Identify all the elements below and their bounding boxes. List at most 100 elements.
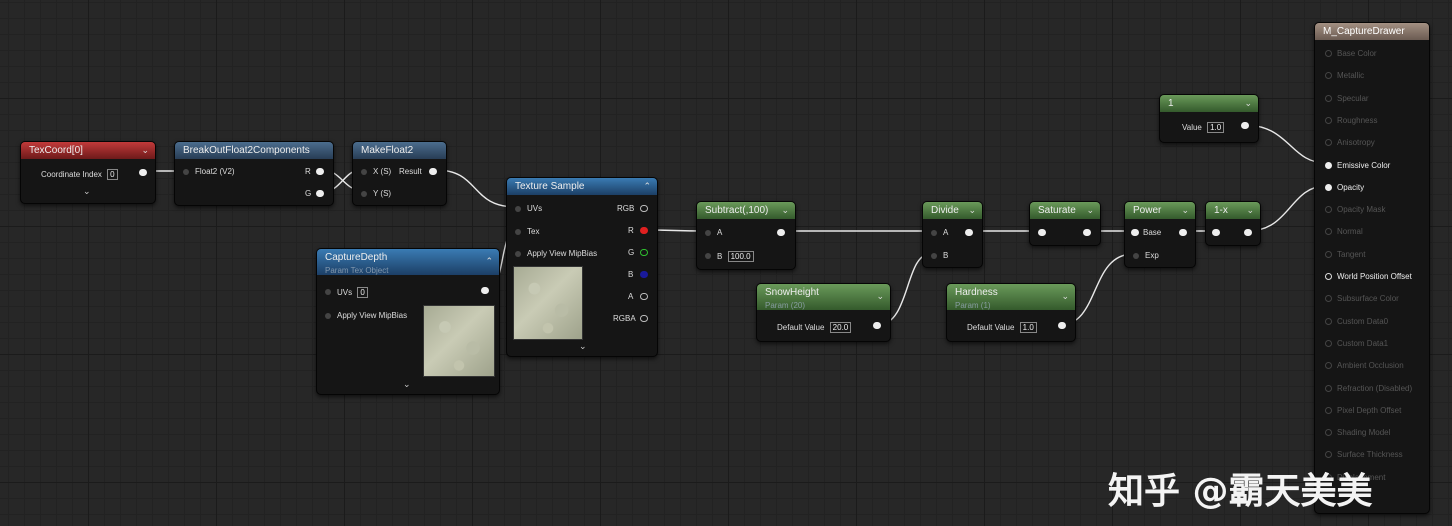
texsample-rgb-pin[interactable] <box>640 205 648 212</box>
capturedepth-output-pin[interactable] <box>481 287 489 294</box>
capturedepth-mip-pin[interactable] <box>325 313 331 319</box>
material-input-pin[interactable] <box>1325 250 1332 258</box>
chevron-down-icon[interactable]: ⌄ <box>968 202 976 219</box>
constant-value-field[interactable]: 1.0 <box>1207 122 1225 133</box>
material-input-row[interactable]: Ambient Occlusion <box>1325 361 1404 370</box>
chevron-down-icon[interactable]: ⌄ <box>403 379 411 390</box>
subtract-b-field[interactable]: 100.0 <box>727 251 754 262</box>
capturedepth-uvs-pin[interactable] <box>325 289 331 295</box>
texsample-b-pin[interactable] <box>640 271 648 278</box>
material-input-row[interactable]: Pixel Depth Offset <box>1325 406 1401 415</box>
breakout-input-pin[interactable] <box>183 169 189 175</box>
capturedepth-header[interactable]: CaptureDepth Param Tex Object ⌃ <box>317 249 499 275</box>
constant-output-pin[interactable] <box>1241 122 1249 129</box>
material-input-pin[interactable] <box>1325 451 1332 459</box>
material-input-pin[interactable] <box>1325 362 1332 370</box>
breakout-g-pin[interactable] <box>316 190 324 197</box>
saturate-input-pin[interactable] <box>1038 229 1046 236</box>
material-input-row[interactable]: Shading Model <box>1325 428 1390 437</box>
texsample-rgba-pin[interactable] <box>640 315 648 322</box>
material-input-pin[interactable] <box>1325 406 1332 414</box>
material-input-pin[interactable] <box>1325 116 1332 124</box>
coordinate-index-field[interactable]: 0 <box>107 169 118 180</box>
texsample-tex-pin[interactable] <box>515 229 521 235</box>
divide-node[interactable]: Divide ⌄ A B <box>922 201 983 268</box>
material-input-pin[interactable] <box>1325 317 1332 325</box>
power-node[interactable]: Power ⌄ Base Exp <box>1124 201 1196 268</box>
makefloat2-header[interactable]: MakeFloat2 <box>353 142 446 159</box>
material-input-pin[interactable] <box>1325 50 1332 57</box>
chevron-down-icon[interactable]: ⌄ <box>876 290 884 303</box>
material-input-pin[interactable] <box>1325 273 1332 280</box>
power-exp-pin[interactable] <box>1133 253 1139 259</box>
divide-output-pin[interactable] <box>965 229 973 236</box>
material-input-row[interactable]: Custom Data0 <box>1325 317 1388 326</box>
material-input-row[interactable]: Base Color <box>1325 49 1377 58</box>
material-input-pin[interactable] <box>1325 295 1332 303</box>
saturate-node[interactable]: Saturate ⌄ <box>1029 201 1101 246</box>
constant-header[interactable]: 1 ⌄ <box>1160 95 1258 112</box>
texcoord-header[interactable]: TexCoord[0] ⌄ <box>21 142 155 159</box>
divide-a-pin[interactable] <box>931 230 937 236</box>
material-input-row[interactable]: Opacity Mask <box>1325 205 1385 214</box>
chevron-down-icon[interactable]: ⌄ <box>579 341 587 352</box>
snowheight-header[interactable]: SnowHeight Param (20) ⌄ <box>757 284 890 310</box>
material-input-pin[interactable] <box>1325 228 1332 236</box>
material-input-pin[interactable] <box>1325 206 1332 214</box>
texsample-g-pin[interactable] <box>640 249 648 256</box>
oneminus-input-pin[interactable] <box>1212 229 1220 236</box>
chevron-down-icon[interactable]: ⌄ <box>781 202 789 219</box>
material-input-row[interactable]: Anisotropy <box>1325 138 1375 147</box>
chevron-down-icon[interactable]: ⌄ <box>1086 202 1094 219</box>
oneminus-header[interactable]: 1-x ⌄ <box>1206 202 1260 219</box>
material-input-pin[interactable] <box>1325 183 1332 191</box>
makefloat2-node[interactable]: MakeFloat2 X (S) Result Y (S) <box>352 141 447 206</box>
texcoord-node[interactable]: TexCoord[0] ⌄ Coordinate Index 0 ⌄ <box>20 141 156 204</box>
oneminus-output-pin[interactable] <box>1244 229 1252 236</box>
material-header[interactable]: M_CaptureDrawer <box>1315 23 1429 40</box>
capturedepth-uvs-field[interactable]: 0 <box>357 287 368 298</box>
snowheight-default-field[interactable]: 20.0 <box>829 322 852 333</box>
material-input-row[interactable]: Specular <box>1325 94 1369 103</box>
material-input-row[interactable]: Surface Thickness <box>1325 450 1403 459</box>
chevron-down-icon[interactable]: ⌄ <box>83 186 91 197</box>
texture-sample-header[interactable]: Texture Sample ⌃ <box>507 178 657 195</box>
power-output-pin[interactable] <box>1179 229 1187 236</box>
chevron-down-icon[interactable]: ⌄ <box>1181 202 1189 219</box>
saturate-output-pin[interactable] <box>1083 229 1091 236</box>
breakout-r-pin[interactable] <box>316 168 324 175</box>
capturedepth-node[interactable]: CaptureDepth Param Tex Object ⌃ UVs 0 Ap… <box>316 248 500 395</box>
material-input-row[interactable]: Roughness <box>1325 116 1377 125</box>
material-input-row[interactable]: Refraction (Disabled) <box>1325 384 1412 393</box>
subtract-b-pin[interactable] <box>705 253 711 259</box>
chevron-down-icon[interactable]: ⌄ <box>1246 202 1254 219</box>
texsample-uvs-pin[interactable] <box>515 206 521 212</box>
texsample-mip-pin[interactable] <box>515 251 521 257</box>
subtract-header[interactable]: Subtract(,100) ⌄ <box>697 202 795 219</box>
material-input-row[interactable]: World Position Offset <box>1325 272 1412 281</box>
power-header[interactable]: Power ⌄ <box>1125 202 1195 219</box>
breakout-node[interactable]: BreakOutFloat2Components Float2 (V2) R G <box>174 141 334 206</box>
hardness-node[interactable]: Hardness Param (1) ⌄ Default Value 1.0 <box>946 283 1076 342</box>
material-input-row[interactable]: Custom Data1 <box>1325 339 1388 348</box>
subtract-node[interactable]: Subtract(,100) ⌄ A B 100.0 <box>696 201 796 270</box>
subtract-output-pin[interactable] <box>777 229 785 236</box>
chevron-down-icon[interactable]: ⌄ <box>1244 95 1252 112</box>
chevron-up-icon[interactable]: ⌃ <box>485 255 493 268</box>
hardness-header[interactable]: Hardness Param (1) ⌄ <box>947 284 1075 310</box>
chevron-down-icon[interactable]: ⌄ <box>141 142 149 159</box>
chevron-up-icon[interactable]: ⌃ <box>643 178 651 195</box>
material-input-pin[interactable] <box>1325 429 1332 437</box>
material-input-pin[interactable] <box>1325 339 1332 347</box>
divide-b-pin[interactable] <box>931 253 937 259</box>
material-input-row[interactable]: Normal <box>1325 227 1363 236</box>
material-input-row[interactable]: Opacity <box>1325 183 1364 192</box>
material-input-row[interactable]: Subsurface Color <box>1325 294 1399 303</box>
divide-header[interactable]: Divide ⌄ <box>923 202 982 219</box>
power-base-pin[interactable] <box>1131 229 1139 236</box>
saturate-header[interactable]: Saturate ⌄ <box>1030 202 1100 219</box>
material-input-row[interactable]: Metallic <box>1325 71 1364 80</box>
hardness-output-pin[interactable] <box>1058 322 1066 329</box>
hardness-default-field[interactable]: 1.0 <box>1019 322 1037 333</box>
material-input-row[interactable]: Emissive Color <box>1325 161 1390 170</box>
